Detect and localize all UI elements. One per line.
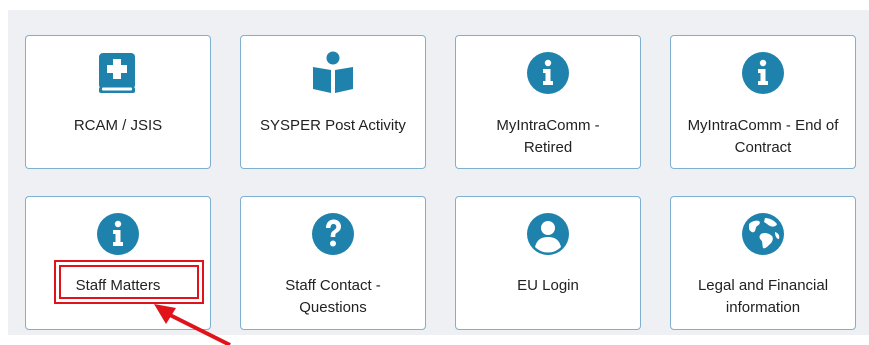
tile-staff-contact-questions[interactable]: Staff Contact - Questions	[240, 196, 426, 330]
tile-label: Legal and Financial information	[697, 277, 829, 316]
tile-rcam-jsis[interactable]: RCAM / JSIS	[25, 35, 211, 169]
highlight-box-inner	[59, 265, 199, 299]
reader-book-icon	[313, 51, 353, 93]
tile-label: Staff Contact - Questions	[285, 277, 381, 316]
tile-sysper-post-activity[interactable]: SYSPER Post Activity	[240, 35, 426, 169]
tile-myintracomm-retired[interactable]: MyIntraComm - Retired	[455, 35, 641, 169]
tile-label: MyIntraComm - Retired	[496, 117, 600, 156]
tile-label: EU Login	[517, 277, 579, 294]
tile-myintracomm-end-of-contract[interactable]: MyIntraComm - End of Contract	[670, 35, 856, 169]
medical-book-icon	[99, 53, 135, 93]
tile-label: RCAM / JSIS	[73, 117, 163, 134]
tile-eu-login[interactable]: EU Login	[455, 196, 641, 330]
globe-icon	[742, 213, 784, 255]
tile-label: SYSPER Post Activity	[260, 117, 406, 134]
info-circle-icon	[742, 52, 784, 94]
user-circle-icon	[527, 213, 569, 255]
question-circle-icon	[312, 213, 354, 255]
tile-legal-and-financial-information[interactable]: Legal and Financial information	[670, 196, 856, 330]
tile-label: MyIntraComm - End of Contract	[687, 117, 839, 156]
info-circle-icon	[527, 52, 569, 94]
red-arrow-icon	[154, 304, 231, 345]
info-circle-icon	[97, 213, 139, 255]
